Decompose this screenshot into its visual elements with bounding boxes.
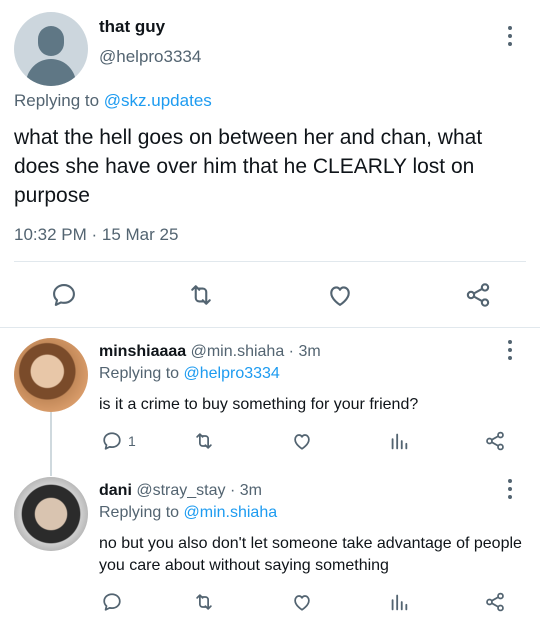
retweet-button[interactable] xyxy=(193,430,215,452)
views-button[interactable] xyxy=(388,430,410,452)
tweet-text: what the hell goes on between her and ch… xyxy=(14,126,483,207)
reply-handle-time: @min.shiaha · 3m xyxy=(190,343,321,360)
reply-display-name[interactable]: minshiaaaa xyxy=(99,343,186,360)
replying-to-link[interactable]: @min.shiaha xyxy=(184,504,278,521)
bar-chart-icon xyxy=(391,594,408,611)
divider xyxy=(14,261,526,262)
share-button[interactable] xyxy=(464,281,492,309)
heart-icon xyxy=(330,286,350,306)
more-vertical-icon[interactable] xyxy=(500,477,520,501)
thread-line xyxy=(50,412,52,476)
avatar-head-shape xyxy=(38,26,64,56)
like-button[interactable] xyxy=(291,430,313,452)
reply-button[interactable] xyxy=(50,281,78,309)
replying-to: Replying to @helpro3334 xyxy=(99,365,280,383)
speech-bubble-icon xyxy=(53,284,75,306)
retweet-icon xyxy=(196,433,212,449)
reply-text: is it a crime to buy something for your … xyxy=(99,396,419,413)
share-icon xyxy=(466,283,490,307)
avatar-body-shape xyxy=(26,59,76,86)
reply-button[interactable] xyxy=(101,591,128,613)
replying-prefix: Replying to xyxy=(99,504,180,521)
replying-to: Replying to @skz.updates xyxy=(14,91,212,111)
replying-prefix: Replying to xyxy=(14,91,100,110)
reply-text: no but you also don't let someone take a… xyxy=(99,535,522,574)
replying-prefix: Replying to xyxy=(99,365,180,382)
reply-handle-time: @stray_stay · 3m xyxy=(136,482,262,499)
views-button[interactable] xyxy=(388,591,410,613)
user-handle[interactable]: @helpro3334 xyxy=(99,47,201,67)
share-button[interactable] xyxy=(484,591,506,613)
reply-display-name[interactable]: dani xyxy=(99,482,132,499)
avatar[interactable] xyxy=(14,477,88,551)
retweet-button[interactable] xyxy=(193,591,215,613)
display-name[interactable]: that guy xyxy=(99,17,165,37)
reply-count: 1 xyxy=(128,433,136,449)
like-button[interactable] xyxy=(326,281,354,309)
replying-to-link[interactable]: @helpro3334 xyxy=(184,365,280,382)
avatar[interactable] xyxy=(14,338,88,412)
reply-button[interactable]: 1 xyxy=(101,430,136,452)
share-icon xyxy=(486,592,504,612)
timestamp[interactable]: 10:32 PM · 15 Mar 25 xyxy=(14,225,178,245)
heart-icon xyxy=(294,595,310,611)
retweet-icon xyxy=(196,594,212,610)
speech-bubble-icon xyxy=(103,432,121,450)
share-icon xyxy=(486,431,504,451)
bar-chart-icon xyxy=(391,433,408,450)
more-vertical-icon[interactable] xyxy=(500,338,520,362)
divider xyxy=(0,327,540,328)
heart-icon xyxy=(294,434,310,450)
reply-author[interactable]: minshiaaaa @min.shiaha · 3m xyxy=(99,343,321,361)
replying-to-link[interactable]: @skz.updates xyxy=(104,91,212,110)
more-vertical-icon[interactable] xyxy=(500,24,520,48)
share-button[interactable] xyxy=(484,430,506,452)
default-avatar[interactable] xyxy=(14,12,88,86)
retweet-icon xyxy=(191,285,211,305)
speech-bubble-icon xyxy=(103,593,121,611)
retweet-button[interactable] xyxy=(187,281,215,309)
reply-author[interactable]: dani @stray_stay · 3m xyxy=(99,482,262,500)
replying-to: Replying to @min.shiaha xyxy=(99,504,277,522)
like-button[interactable] xyxy=(291,591,313,613)
